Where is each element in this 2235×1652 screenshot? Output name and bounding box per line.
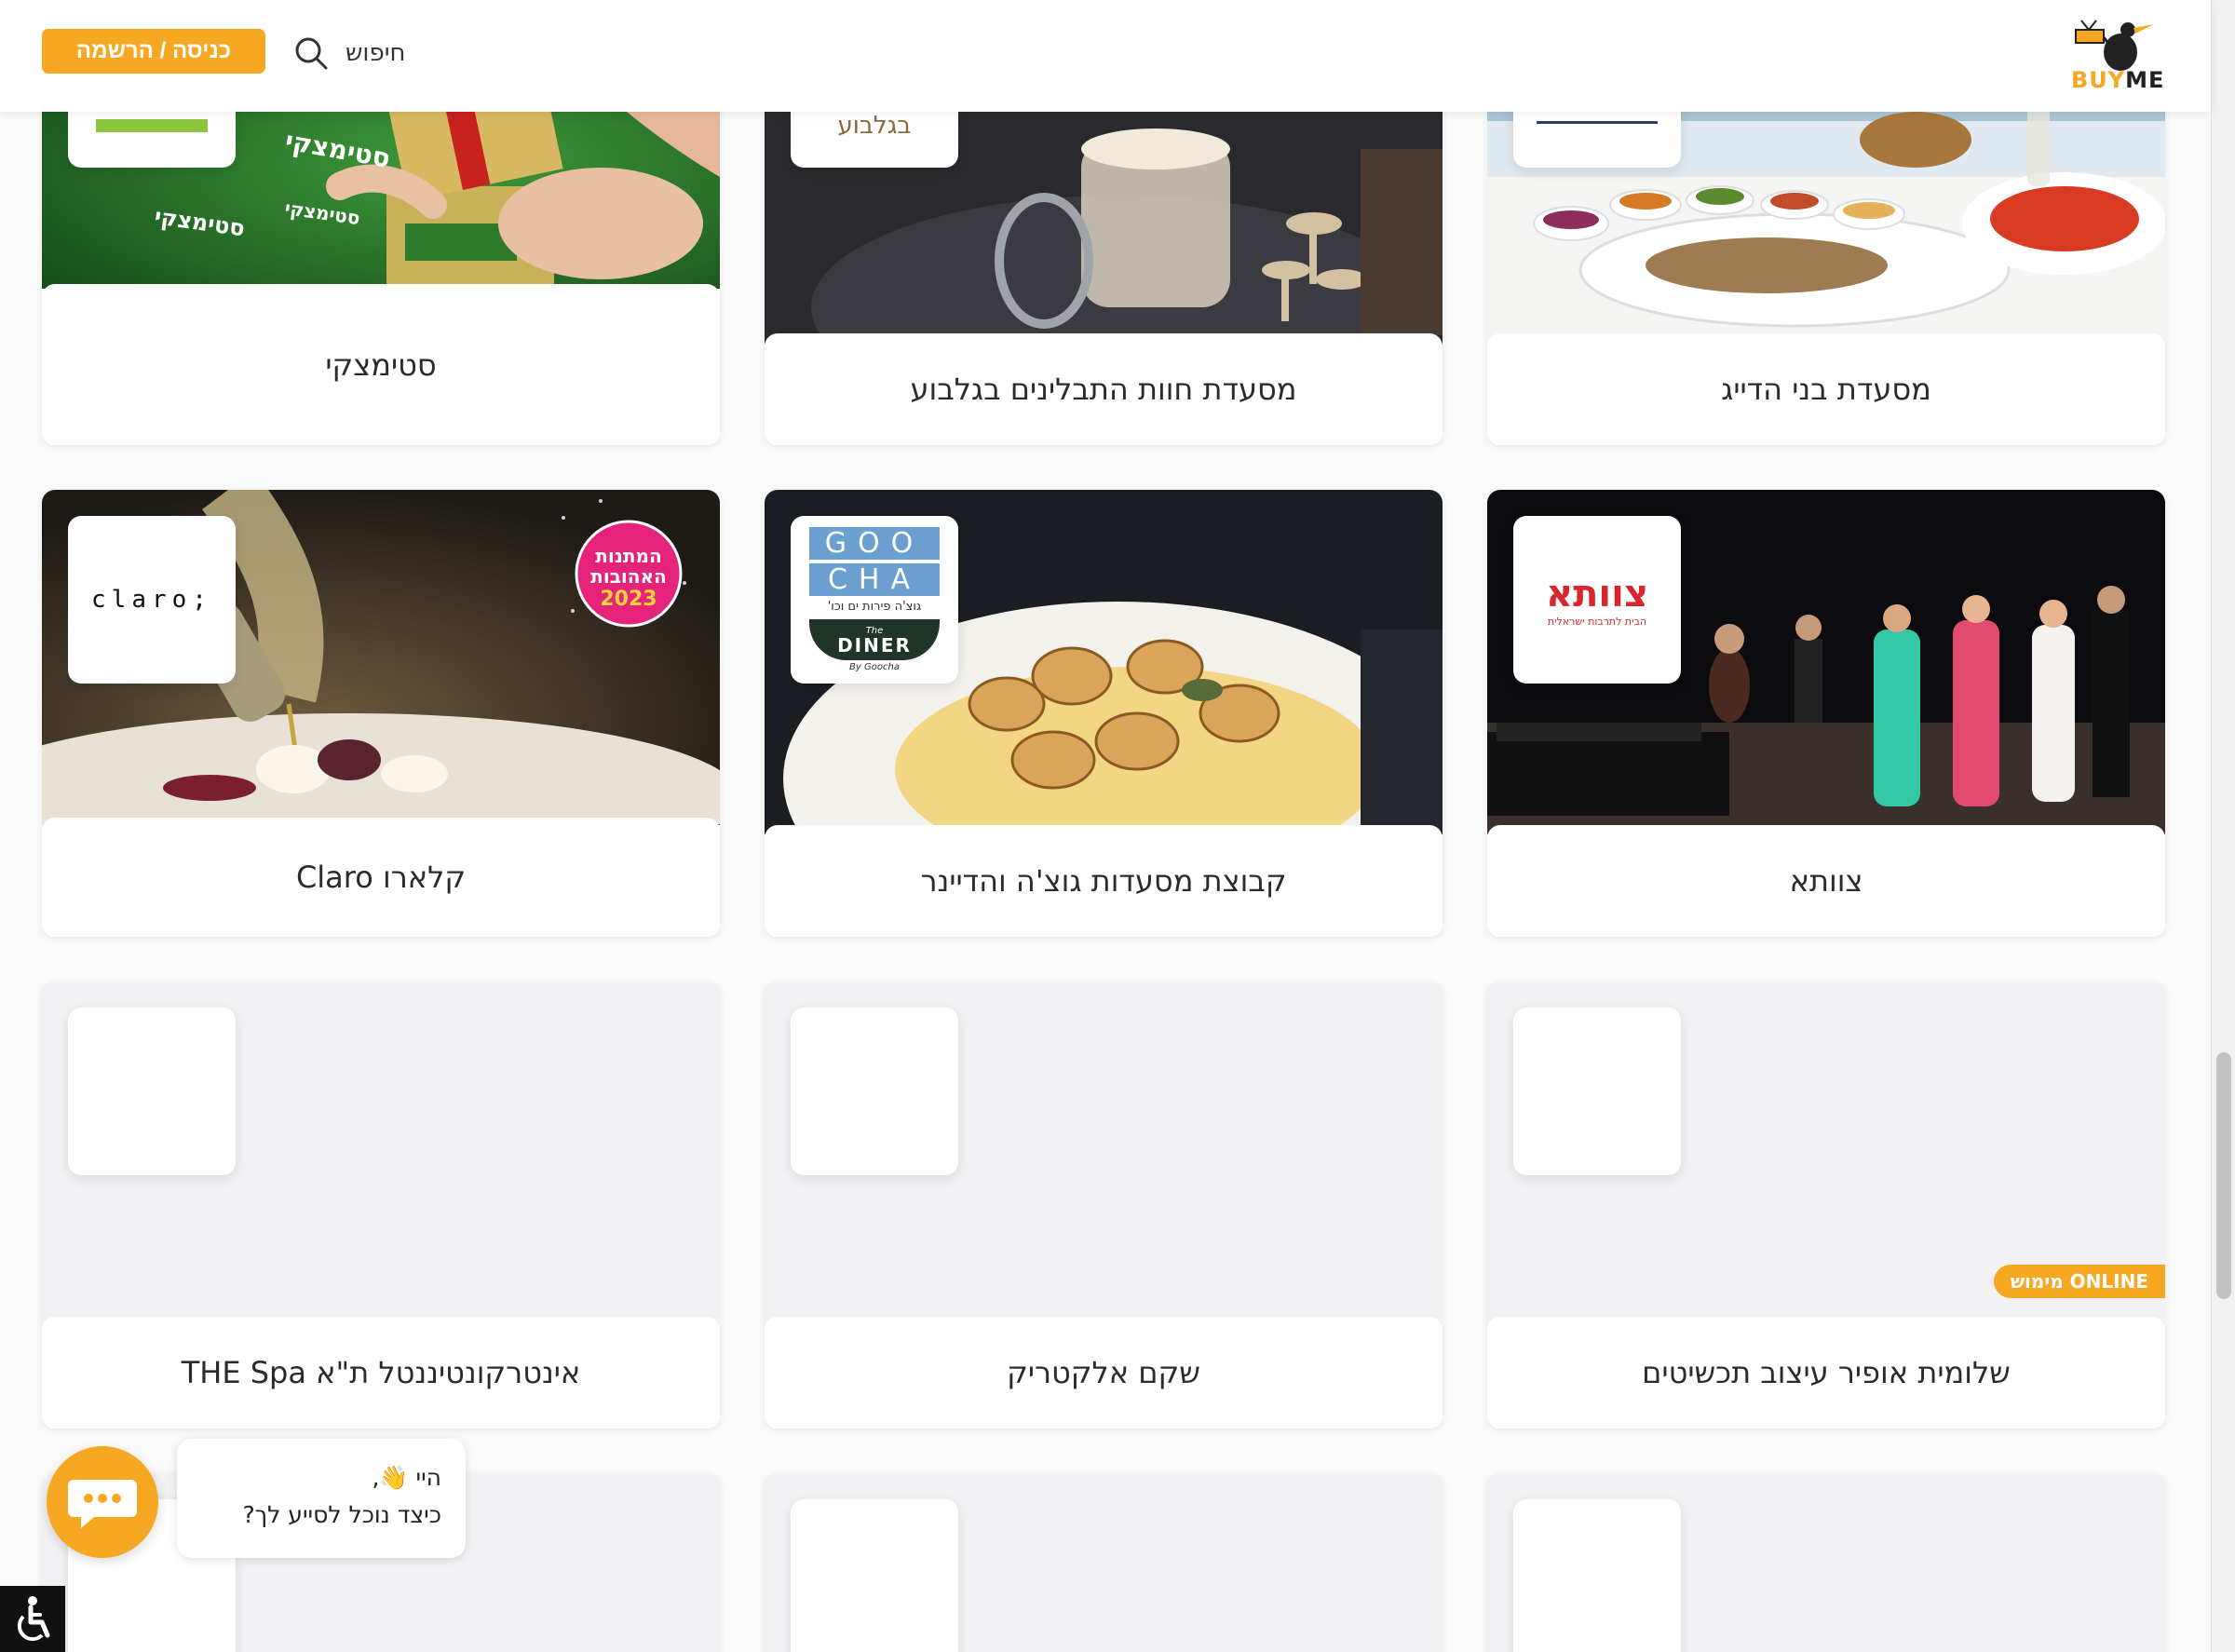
card-title-area: קבוצת מסעדות גוצ'ה והדיינר xyxy=(765,825,1443,937)
accessibility-button[interactable] xyxy=(0,1586,65,1652)
card-title: סטימצקי xyxy=(325,346,437,383)
card-placeholder[interactable] xyxy=(1487,1473,2165,1652)
scrollbar-thumb[interactable] xyxy=(2216,1052,2231,1299)
card-logo-text: בגלבוע xyxy=(837,112,912,140)
card-title: אינטרקונטיננטל ת"א THE Spa xyxy=(181,1355,581,1390)
diner-word: DINER xyxy=(837,633,912,657)
chat-button[interactable] xyxy=(47,1446,158,1558)
search-icon xyxy=(295,37,328,70)
chat-greeting-line2: כיצד נוכל לסייע לך? xyxy=(242,1501,441,1528)
card-shekem-electric[interactable]: שקם אלקטריק xyxy=(765,982,1443,1429)
card-title: שקם אלקטריק xyxy=(1007,1355,1200,1390)
card-logo-placeholder xyxy=(1513,1008,1681,1175)
badge-line2: האהובות xyxy=(590,565,667,588)
card-tzavta[interactable]: צוותא הבית לתרבות ישראלית צוותא xyxy=(1487,490,2165,937)
badge-year: 2023 xyxy=(600,588,657,611)
card-title: שלומית אופיר עיצוב תכשיטים xyxy=(1642,1355,2011,1390)
card-title-area: שקם אלקטריק xyxy=(765,1317,1443,1429)
search-label: חיפוש xyxy=(345,39,406,67)
login-register-button[interactable]: כניסה / הרשמה xyxy=(42,29,265,74)
page-scrollbar[interactable] xyxy=(2211,0,2235,1652)
card-placeholder[interactable] xyxy=(765,1473,1443,1652)
card-title-area: צוותא xyxy=(1487,825,2165,937)
online-redeem-badge: מימוש ONLINE xyxy=(1993,1265,2165,1298)
card-title-area: אינטרקונטיננטל ת"א THE Spa xyxy=(42,1317,720,1429)
chat-greeting-line1: היי 👋, xyxy=(372,1464,441,1491)
card-logo-placeholder xyxy=(791,1008,958,1175)
card-logo: GOO CHA גוצ'ה פירות ים וכו' The DINER By… xyxy=(791,516,958,684)
card-logo-placeholder xyxy=(791,1499,958,1652)
card-goocha-diner[interactable]: GOO CHA גוצ'ה פירות ים וכו' The DINER By… xyxy=(765,490,1443,937)
site-header: כניסה / הרשמה חיפוש BUYME xyxy=(0,0,2211,112)
goo-text: GOO xyxy=(809,527,940,560)
card-logo-text: צוותא xyxy=(1545,572,1649,616)
card-title-area: שלומית אופיר עיצוב תכשיטים xyxy=(1487,1317,2165,1429)
card-logo-text: claro; xyxy=(91,586,212,614)
card-title-area: קלארו Claro xyxy=(42,818,720,937)
card-intercontinental-spa[interactable]: אינטרקונטיננטל ת"א THE Spa xyxy=(42,982,720,1429)
search-trigger[interactable]: חיפוש xyxy=(293,30,406,76)
card-logo-sub: הבית לתרבות ישראלית xyxy=(1547,615,1647,628)
card-title: צוותא xyxy=(1789,863,1863,899)
card-title-area: סטימצקי xyxy=(42,284,720,445)
chat-bubble-icon xyxy=(68,1480,137,1528)
by-goocha-text: By Goocha xyxy=(849,662,900,672)
diner-text: The DINER xyxy=(809,619,940,660)
card-logo-placeholder xyxy=(1513,1499,1681,1652)
logo-me: ME xyxy=(2125,67,2165,93)
card-title: מסעדת בני הדייג xyxy=(1721,372,1931,407)
card-title: מסעדת חוות התבלינים בגלבוע xyxy=(910,372,1297,407)
card-claro[interactable]: המתנות האהובות 2023 claro; קלארו Claro xyxy=(42,490,720,937)
card-title-area: מסעדת בני הדייג xyxy=(1487,333,2165,445)
card-logo: claro; xyxy=(68,516,236,684)
goocha-sub-text: גוצ'ה פירות ים וכו' xyxy=(827,600,922,614)
cha-text: CHA xyxy=(809,563,940,596)
card-logo: צוותא הבית לתרבות ישראלית xyxy=(1513,516,1681,684)
badge-line1: המתנות xyxy=(595,545,661,567)
card-logo-placeholder xyxy=(68,1008,236,1175)
chat-greeting-bubble[interactable]: היי 👋, כיצד נוכל לסייע לך? xyxy=(177,1439,466,1558)
card-title: קלארו Claro xyxy=(295,860,467,895)
accessibility-icon xyxy=(17,1595,50,1641)
card-title: קבוצת מסעדות גוצ'ה והדיינר xyxy=(920,863,1287,899)
card-title-area: מסעדת חוות התבלינים בגלבוע xyxy=(765,333,1443,445)
logo-buy: BUY xyxy=(2071,67,2126,93)
card-shlomit-ofir[interactable]: מימוש ONLINE שלומית אופיר עיצוב תכשיטים xyxy=(1487,982,2165,1429)
buyme-logo-text: BUYME xyxy=(2071,67,2164,93)
